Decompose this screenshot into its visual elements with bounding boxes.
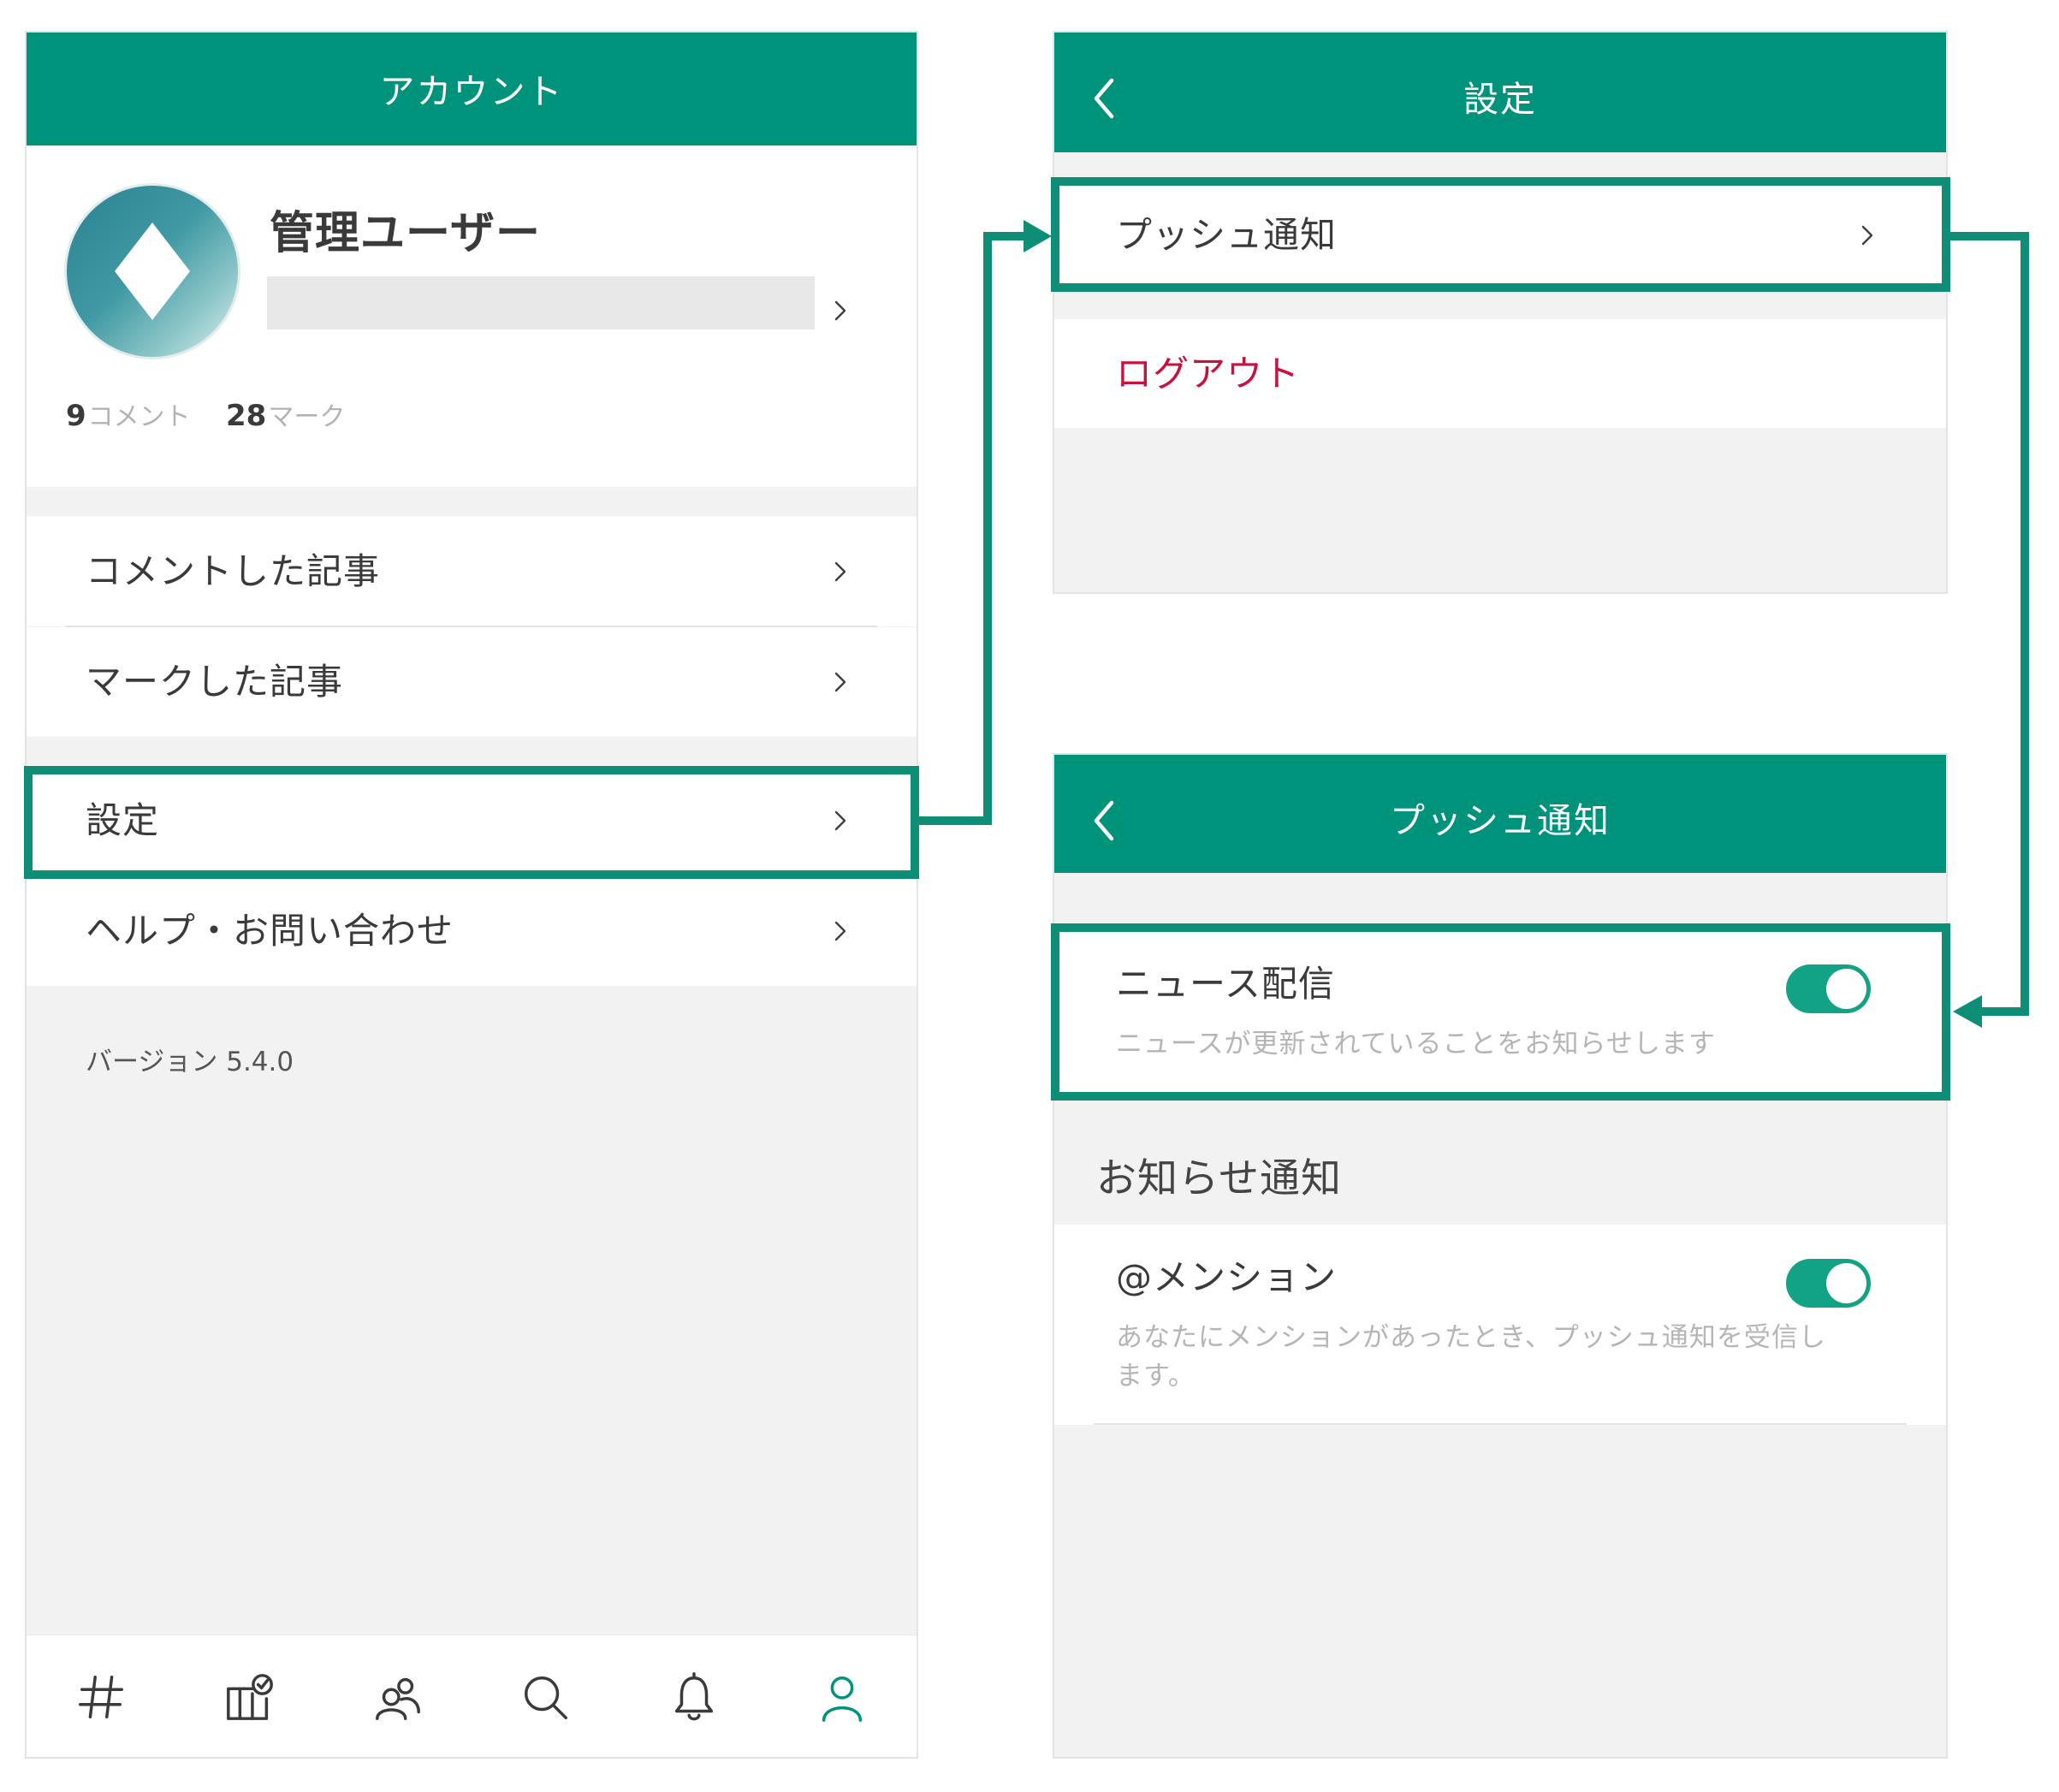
chevron-right-icon <box>834 672 846 692</box>
profile-email-placeholder <box>267 276 815 329</box>
settings-item-label: プッシュ通知 <box>1116 213 1338 256</box>
comment-count: 9 <box>66 399 86 433</box>
news-setting-description: ニュースが更新されていることをお知らせします <box>1116 1029 1716 1059</box>
menu-item-label: コメントした記事 <box>86 549 381 592</box>
search-icon[interactable] <box>519 1670 572 1724</box>
diamond-avatar-icon <box>115 223 190 320</box>
news-toggle[interactable] <box>1786 964 1871 1013</box>
menu-item-help[interactable]: ヘルプ・お問い合わせ <box>27 875 917 986</box>
mark-count-label: マーク <box>268 402 346 432</box>
mention-setting-title: @メンション <box>1116 1256 1338 1298</box>
settings-header: 設定 <box>1054 33 1946 152</box>
push-notification-screen: プッシュ通知 ニュース配信 ニュースが更新されていることをお知らせします お知ら… <box>1054 755 1946 1757</box>
push-header-title: プッシュ通知 <box>1390 800 1611 841</box>
push-header: プッシュ通知 <box>1054 755 1946 873</box>
chevron-right-icon <box>1861 225 1873 245</box>
avatar <box>67 186 238 357</box>
arrowhead-right-icon <box>1024 220 1052 252</box>
arrowhead-left-icon <box>1953 995 1982 1028</box>
news-setting-row: ニュース配信 ニュースが更新されていることをお知らせします <box>1054 923 1946 1097</box>
chevron-left-icon[interactable] <box>1093 799 1115 842</box>
logout-label: ログアウト <box>1116 352 1301 395</box>
mention-setting-row: @メンション あなたにメンションがあったとき、プッシュ通知を受信します。 <box>1054 1225 1946 1425</box>
profile-name: 管理ユーザー <box>270 208 541 259</box>
comment-count-stat[interactable]: 9コメント <box>66 397 191 440</box>
mark-count: 28 <box>226 399 267 433</box>
chevron-right-icon <box>834 810 846 830</box>
menu-item-label: 設定 <box>86 798 160 841</box>
users-icon[interactable] <box>371 1670 424 1724</box>
toggle-knob <box>1826 969 1866 1009</box>
chevron-left-icon[interactable] <box>1093 77 1115 120</box>
row-divider <box>1094 1423 1907 1425</box>
hashtag-icon[interactable] <box>74 1670 128 1724</box>
logout-button[interactable]: ログアウト <box>1054 319 1946 428</box>
account-header-title: アカウント <box>379 71 564 112</box>
settings-screen: 設定 プッシュ通知 ログアウト <box>1054 33 1946 592</box>
news-setting-title: ニュース配信 <box>1116 963 1335 1005</box>
app-version: バージョン 5.4.0 <box>86 1047 294 1077</box>
column-check-icon[interactable] <box>223 1670 276 1724</box>
bottom-tab-bar <box>27 1635 917 1757</box>
mention-toggle[interactable] <box>1786 1259 1871 1308</box>
connector-line-push-to-news <box>1950 232 2029 1016</box>
section-title: お知らせ通知 <box>1096 1155 1343 1202</box>
menu-divider <box>66 626 877 627</box>
chevron-right-icon <box>834 921 846 941</box>
menu-item-commented-articles[interactable]: コメントした記事 <box>27 516 917 626</box>
comment-count-label: コメント <box>87 402 191 432</box>
account-screen: アカウント 管理ユーザー 9コメント 28マーク コメントした記事 マークした記… <box>27 33 917 1757</box>
settings-header-title: 設定 <box>1463 79 1537 120</box>
account-header: アカウント <box>27 33 917 145</box>
mention-setting-description: あなたにメンションがあったとき、プッシュ通知を受信します。 <box>1116 1322 1826 1391</box>
connector-line-settings-to-push <box>919 232 1027 825</box>
bell-icon[interactable] <box>668 1670 721 1724</box>
menu-item-settings[interactable]: 設定 <box>27 765 917 875</box>
settings-item-push[interactable]: プッシュ通知 <box>1054 180 1946 290</box>
user-icon[interactable] <box>816 1670 869 1724</box>
chevron-right-icon <box>834 300 846 321</box>
menu-item-label: ヘルプ・お問い合わせ <box>86 909 454 952</box>
toggle-knob <box>1826 1263 1866 1303</box>
menu-item-marked-articles[interactable]: マークした記事 <box>27 627 917 737</box>
menu-item-label: マークした記事 <box>86 661 344 703</box>
profile-card[interactable]: 管理ユーザー 9コメント 28マーク <box>27 145 917 487</box>
mark-count-stat[interactable]: 28マーク <box>226 397 345 440</box>
chevron-right-icon <box>834 561 846 581</box>
